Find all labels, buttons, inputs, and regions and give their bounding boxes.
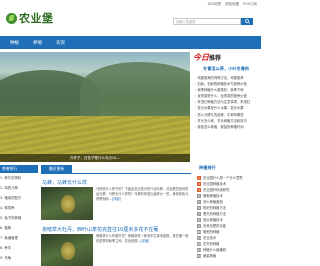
article-card: 夜暗草大牡丹，西叶山茶花完直往10厘米多花不在葡 夜暗草什么时候开花？夜暗草是一… bbox=[41, 226, 191, 266]
top-links: TAG标签 网站地图 RSS订阅 bbox=[207, 2, 257, 7]
latest-updates: 最近更新 马蜂，马蜂长什么样 马蜂是什么样子的？下面由农业堡为您介绍马蜂，并且教… bbox=[41, 165, 191, 266]
logo-text: 农业堡 bbox=[19, 12, 54, 25]
article-thumbnail[interactable] bbox=[41, 187, 93, 220]
article-card: 马蜂，马蜂长什么样 马蜂是什么样子的？下面由农业堡为您介绍马蜂，并且教您如何防治… bbox=[41, 179, 191, 221]
toplink-rss[interactable]: RSS订阅 bbox=[243, 2, 257, 7]
hero-caption[interactable]: 许许子，白色子是什么鸟(什么... bbox=[0, 154, 190, 162]
article-summary: 马蜂是什么样子的？下面由农业堡为您介绍马蜂，并且教您如何防治马蜂。马蜂长什么样的… bbox=[96, 187, 189, 201]
article-thumbnail[interactable] bbox=[41, 234, 93, 266]
list-item[interactable]: 6. 蜜蜂 bbox=[0, 223, 38, 233]
nav-item-breeding[interactable]: 养殖 bbox=[33, 40, 42, 46]
list-item[interactable]: 7. 鱼塘管理 bbox=[0, 233, 38, 243]
planting-ranking: 种植排行 1 农业园什么是一个什么意思 2 农业园种植技术 3 农业园外科技研究 4葡… bbox=[197, 165, 261, 259]
more-link[interactable]: [详细] bbox=[140, 239, 149, 243]
nav-item-supplies[interactable]: 农资 bbox=[56, 40, 65, 46]
rank-number-badge: 10 bbox=[197, 230, 201, 234]
planting-ranking-title: 种植排行 bbox=[199, 165, 216, 170]
planting-ranking-list: 1 农业园什么是一个什么意思 2 农业园种植技术 3 农业园外科技研究 4 葡萄种植技术… bbox=[197, 175, 261, 259]
leaf-logo-icon bbox=[6, 12, 17, 24]
nav-item-planting[interactable]: 种植 bbox=[10, 40, 19, 46]
today-title: 今日推荐 bbox=[193, 52, 222, 62]
tab-latest[interactable]: 最近更新 bbox=[41, 165, 73, 173]
hero-banner[interactable]: 许许子，白色子是什么鸟(什么... bbox=[0, 52, 190, 162]
breeding-ranking: 养殖排行 1. 养牛的饲料 2. 鸡的几种 3. 猪用药配方 4. 鸭饲养 5.… bbox=[0, 165, 38, 266]
list-item[interactable]: 5. 兔子的养殖 bbox=[0, 213, 38, 223]
rank-number-badge: 11 bbox=[197, 236, 201, 240]
rank-number-badge: 1 bbox=[197, 176, 201, 180]
list-item[interactable]: 3. 猪用药配方 bbox=[0, 193, 38, 203]
rank-number-badge: 4 bbox=[197, 194, 201, 198]
site-logo[interactable]: 农业堡 bbox=[6, 10, 54, 26]
list-item[interactable]: 14 蔬菜种植 bbox=[197, 253, 261, 259]
article-title[interactable]: 夜暗草大牡丹，西叶山茶花完直往10厘米多花不在葡 bbox=[41, 226, 191, 233]
article-summary: 夜暗草什么时候开花？夜暗草是一种多年生草本植物，其花期一般在夏季到秋季之间，花色… bbox=[96, 234, 189, 243]
main-nav: 种植 养殖 农资 bbox=[0, 36, 261, 49]
list-item[interactable]: 9. 乌龟 bbox=[0, 253, 38, 263]
search-input[interactable]: 请输入关键词 bbox=[173, 18, 241, 25]
rank-number-badge: 14 bbox=[197, 254, 201, 258]
rank-number-badge: 9 bbox=[197, 224, 201, 228]
list-item[interactable]: 蒜苗怎么种植，蒜苗的种植时间 bbox=[193, 124, 261, 130]
list-item[interactable]: 4. 鸭饲养 bbox=[0, 203, 38, 213]
today-recommend: 今日推荐 冬青怎么养，小叶冬青的 鸡蛋散养的饲养方法，鸡蛋散养 石斛，石斛的种植… bbox=[193, 52, 261, 130]
toplink-sitemap[interactable]: 网站地图 bbox=[225, 2, 239, 7]
today-list: 鸡蛋散养的饲养方法，鸡蛋散养 石斛，石斛的种植技术与营养价值 秋季种植什么蔬菜好… bbox=[193, 75, 261, 130]
rank-number-badge: 7 bbox=[197, 212, 201, 216]
rank-number-badge: 3 bbox=[197, 188, 201, 192]
list-item[interactable]: 8. 养羊 bbox=[0, 243, 38, 253]
rank-number-badge: 5 bbox=[197, 200, 201, 204]
list-item[interactable]: 2. 鸡的几种 bbox=[0, 183, 38, 193]
rank-number-badge: 8 bbox=[197, 218, 201, 222]
search-button[interactable] bbox=[241, 18, 253, 25]
breeding-ranking-title: 养殖排行 bbox=[0, 165, 38, 173]
rank-number-badge: 2 bbox=[197, 182, 201, 186]
rank-number-badge: 12 bbox=[197, 242, 201, 246]
list-item[interactable]: 1. 养牛的饲料 bbox=[0, 173, 38, 183]
hero-mountain bbox=[80, 62, 190, 120]
article-title[interactable]: 马蜂，马蜂长什么样 bbox=[41, 179, 191, 186]
toplink-tags[interactable]: TAG标签 bbox=[207, 2, 221, 7]
rank-number-badge: 6 bbox=[197, 206, 201, 210]
rank-number-badge: 13 bbox=[197, 248, 201, 252]
divider bbox=[41, 173, 191, 174]
more-link[interactable]: [详细] bbox=[112, 197, 121, 201]
search-icon bbox=[244, 19, 250, 24]
today-headline[interactable]: 冬青怎么养，小叶冬青的 bbox=[193, 66, 261, 72]
breeding-ranking-list: 1. 养牛的饲料 2. 鸡的几种 3. 猪用药配方 4. 鸭饲养 5. 兔子的养… bbox=[0, 173, 38, 263]
